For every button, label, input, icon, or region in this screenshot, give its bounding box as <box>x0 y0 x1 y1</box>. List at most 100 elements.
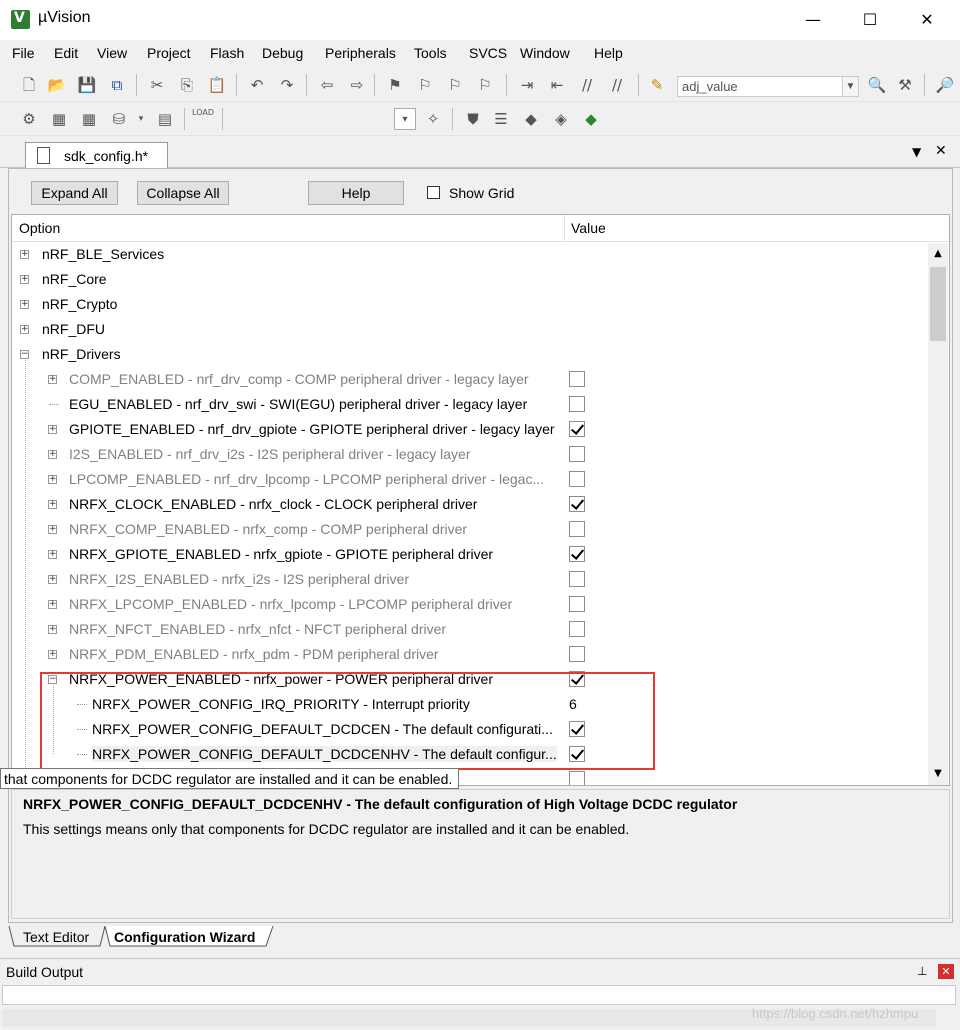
navigate-back-icon[interactable]: ⇦ <box>316 74 338 96</box>
tree-row[interactable]: + I2S_ENABLED - nrf_drv_i2s - I2S periphe… <box>12 442 928 467</box>
rebuild-icon[interactable]: ▦ <box>78 108 100 130</box>
collapse-all-button[interactable]: Collapse All <box>137 181 229 205</box>
expand-icon[interactable]: + <box>48 575 57 584</box>
magnifier-icon[interactable]: 🔎 <box>934 74 956 96</box>
menu-flash[interactable]: Flash <box>210 45 244 61</box>
tree-row[interactable]: − nRF_Drivers <box>12 342 928 367</box>
redo-icon[interactable]: ↷ <box>276 74 298 96</box>
expand-icon[interactable]: + <box>48 425 57 434</box>
menu-debug[interactable]: Debug <box>262 45 303 61</box>
expand-icon[interactable]: + <box>48 500 57 509</box>
uncomment-icon[interactable]: // <box>606 74 628 96</box>
cut-icon[interactable]: ✂ <box>146 74 168 96</box>
collapse-icon[interactable]: − <box>20 350 29 359</box>
expand-icon[interactable]: + <box>48 650 57 659</box>
expand-icon[interactable]: + <box>48 625 57 634</box>
bookmark-clear-icon[interactable]: ⚐ <box>474 74 496 96</box>
rte-green-icon[interactable]: ◆ <box>580 108 602 130</box>
menu-edit[interactable]: Edit <box>54 45 78 61</box>
close-panel-icon[interactable]: ✕ <box>938 964 954 979</box>
close-button[interactable]: ✕ <box>904 0 950 40</box>
translate-icon[interactable]: ⚙ <box>18 108 40 130</box>
help-button[interactable]: Help <box>308 181 404 205</box>
value-checkbox[interactable] <box>569 471 585 487</box>
new-file-icon[interactable]: 🗋 <box>18 74 40 96</box>
comment-icon[interactable]: // <box>576 74 598 96</box>
value-checkbox[interactable] <box>569 446 585 462</box>
expand-icon[interactable]: + <box>20 250 29 259</box>
tab-list-dropdown-icon[interactable]: ▼ <box>912 145 921 159</box>
scroll-up-icon[interactable]: ▲ <box>929 245 947 263</box>
menu-tools[interactable]: Tools <box>414 45 447 61</box>
expand-icon[interactable]: + <box>48 600 57 609</box>
indent-icon[interactable]: ⇥ <box>516 74 538 96</box>
menu-project[interactable]: Project <box>147 45 191 61</box>
manage-project-icon[interactable]: ⛊ <box>462 108 484 130</box>
tab-text-editor[interactable]: Text Editor <box>23 926 89 948</box>
maximize-button[interactable]: ☐ <box>847 0 893 40</box>
value-checkbox[interactable] <box>569 521 585 537</box>
unindent-icon[interactable]: ⇤ <box>546 74 568 96</box>
scroll-thumb[interactable] <box>930 267 946 341</box>
value-checkbox[interactable] <box>569 371 585 387</box>
find-icon[interactable]: 🔍 <box>866 74 888 96</box>
value-checkbox[interactable] <box>569 546 585 562</box>
tree-row[interactable]: + NRFX_NFCT_ENABLED - nrfx_nfct - NFCT pe… <box>12 617 928 642</box>
value-checkbox[interactable] <box>569 396 585 412</box>
value-checkbox[interactable] <box>569 496 585 512</box>
tree-row[interactable]: + NRFX_COMP_ENABLED - nrfx_comp - COMP pe… <box>12 517 928 542</box>
expand-icon[interactable]: + <box>48 475 57 484</box>
close-tab-icon[interactable]: ✕ <box>935 143 947 159</box>
show-grid-box[interactable] <box>427 186 440 199</box>
batch-build-dropdown-icon[interactable]: ▾ <box>130 108 152 130</box>
pin-icon[interactable]: ⊥ <box>917 964 927 978</box>
expand-icon[interactable]: + <box>20 325 29 334</box>
value-checkbox[interactable] <box>569 646 585 662</box>
download-load-icon[interactable]: LOAD <box>192 108 214 130</box>
target-select-dropdown[interactable]: ▾ <box>394 108 416 130</box>
tree-row[interactable]: + nRF_Core <box>12 267 928 292</box>
menu-view[interactable]: View <box>97 45 127 61</box>
tree-row[interactable]: + COMP_ENABLED - nrf_drv_comp - COMP peri… <box>12 367 928 392</box>
tree-row[interactable]: + LPCOMP_ENABLED - nrf_drv_lpcomp - LPCOM… <box>12 467 928 492</box>
tree-row[interactable]: + nRF_DFU <box>12 317 928 342</box>
open-folder-icon[interactable]: 📂 <box>46 74 68 96</box>
expand-icon[interactable]: + <box>48 375 57 384</box>
expand-icon[interactable]: + <box>20 275 29 284</box>
menu-help[interactable]: Help <box>594 45 623 61</box>
manage-rte-icon[interactable]: ◆ <box>520 108 542 130</box>
tree-row[interactable]: + nRF_BLE_Services <box>12 242 928 267</box>
tree-row[interactable]: EGU_ENABLED - nrf_drv_swi - SWI(EGU) per… <box>12 392 928 417</box>
copy-icon[interactable]: ⎘ <box>176 74 198 96</box>
tab-configuration-wizard[interactable]: Configuration Wizard <box>114 926 255 948</box>
menu-svcs[interactable]: SVCS <box>469 45 507 61</box>
paste-icon[interactable]: 📋 <box>206 74 228 96</box>
incremental-find-icon[interactable]: ⚒ <box>894 74 916 96</box>
menu-peripherals[interactable]: Peripherals <box>325 45 396 61</box>
undo-icon[interactable]: ↶ <box>246 74 268 96</box>
expand-icon[interactable]: + <box>20 300 29 309</box>
navigate-forward-icon[interactable]: ⇨ <box>346 74 368 96</box>
minimize-button[interactable]: — <box>790 0 836 40</box>
bookmark-prev-icon[interactable]: ⚐ <box>414 74 436 96</box>
tab-sdk-config[interactable]: sdk_config.h* <box>25 142 168 169</box>
save-icon[interactable]: 💾 <box>76 74 98 96</box>
pack-installer-icon[interactable]: ◈ <box>550 108 572 130</box>
find-combo[interactable]: adj_value ▼ <box>677 76 859 97</box>
tree-row[interactable]: + NRFX_GPIOTE_ENABLED - nrfx_gpiote - GPI… <box>12 542 928 567</box>
bookmark-next-icon[interactable]: ⚐ <box>444 74 466 96</box>
tree-row[interactable]: + NRFX_I2S_ENABLED - nrfx_i2s - I2S perip… <box>12 567 928 592</box>
menu-window[interactable]: Window <box>520 45 570 61</box>
build-output-text[interactable] <box>2 985 956 1005</box>
select-packs-icon[interactable]: ☰ <box>490 108 512 130</box>
grid-scrollbar[interactable]: ▲ ▼ <box>928 243 948 785</box>
find-in-files-icon[interactable]: ✎ <box>646 74 668 96</box>
menu-file[interactable]: File <box>12 45 35 61</box>
save-all-icon[interactable]: ⧉ <box>106 74 128 96</box>
tree-row[interactable]: + GPIOTE_ENABLED - nrf_drv_gpiote - GPIOT… <box>12 417 928 442</box>
scroll-down-icon[interactable]: ▼ <box>929 765 947 783</box>
expand-icon[interactable]: + <box>48 550 57 559</box>
tree-row[interactable]: + NRFX_PDM_ENABLED - nrfx_pdm - PDM perip… <box>12 642 928 667</box>
value-checkbox[interactable] <box>569 421 585 437</box>
column-divider[interactable] <box>564 215 565 242</box>
